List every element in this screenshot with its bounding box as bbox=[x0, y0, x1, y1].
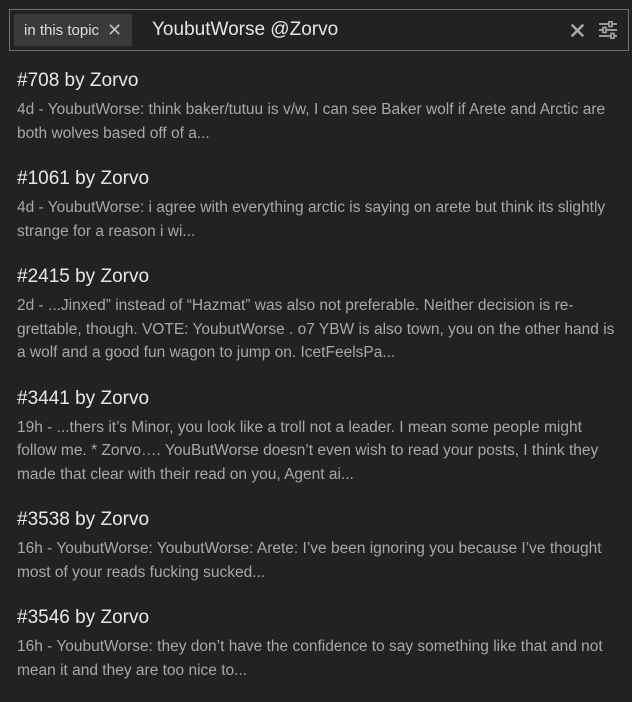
result-blurb: 16h - YoubutWorse: YoubutWorse: Arete: I… bbox=[17, 540, 602, 581]
result-title[interactable]: #3546 by Zorvo bbox=[17, 604, 617, 632]
result-title[interactable]: #2415 by Zorvo bbox=[17, 263, 617, 291]
result-blurb: 2d - ...Jinxed” instead of “Hazmat” was … bbox=[17, 297, 615, 361]
result-blurb: 19h - ...thers it’s Minor, you look like… bbox=[17, 418, 599, 483]
search-result[interactable]: #1061 by Zorvo 4d - YoubutWorse: i agree… bbox=[17, 165, 617, 243]
context-chip[interactable]: in this topic ✕ bbox=[14, 14, 133, 46]
clear-search-button[interactable] bbox=[567, 20, 587, 40]
search-options-button[interactable] bbox=[597, 19, 619, 41]
result-blurb: 16h - YoubutWorse: they don’t have the c… bbox=[17, 638, 603, 679]
search-results: #708 by Zorvo 4d - YoubutWorse: think ba… bbox=[17, 67, 617, 702]
close-icon[interactable]: ✕ bbox=[107, 21, 122, 39]
search-input[interactable] bbox=[152, 10, 557, 50]
result-title[interactable]: #1061 by Zorvo bbox=[17, 165, 617, 193]
search-result[interactable]: #3441 by Zorvo 19h - ...thers it’s Minor… bbox=[17, 385, 617, 487]
search-result[interactable]: #708 by Zorvo 4d - YoubutWorse: think ba… bbox=[17, 67, 617, 145]
result-blurb: 4d - YoubutWorse: think baker/tutuu is v… bbox=[17, 101, 606, 142]
result-title[interactable]: #3538 by Zorvo bbox=[17, 506, 617, 534]
result-title[interactable]: #708 by Zorvo bbox=[17, 67, 617, 95]
context-chip-label: in this topic bbox=[24, 21, 100, 39]
search-result[interactable]: #3538 by Zorvo 16h - YoubutWorse: Youbut… bbox=[17, 506, 617, 584]
search-bar: in this topic ✕ bbox=[9, 9, 629, 51]
search-result[interactable]: #3546 by Zorvo 16h - YoubutWorse: they d… bbox=[17, 604, 617, 682]
search-result[interactable]: #2415 by Zorvo 2d - ...Jinxed” instead o… bbox=[17, 263, 617, 365]
sliders-icon bbox=[599, 21, 617, 39]
result-blurb: 4d - YoubutWorse: i agree with everythin… bbox=[17, 199, 606, 240]
close-icon bbox=[570, 23, 584, 37]
result-title[interactable]: #3441 by Zorvo bbox=[17, 385, 617, 413]
